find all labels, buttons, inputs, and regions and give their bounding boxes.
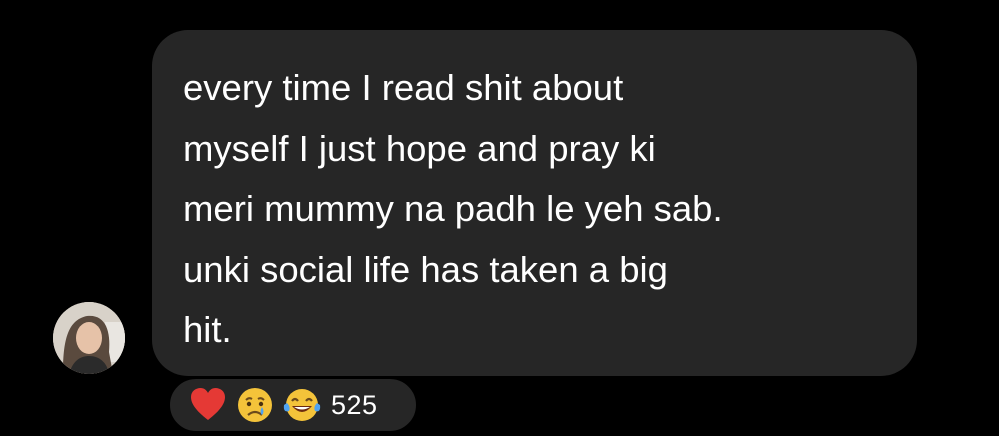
- comment-text: every time I read shit about myself I ju…: [183, 67, 723, 350]
- reaction-count: 525: [331, 389, 378, 420]
- reactions-bar[interactable]: 525: [167, 376, 419, 434]
- tears-of-joy-icon: [282, 385, 322, 425]
- avatar[interactable]: [53, 302, 125, 374]
- crying-face-icon: [235, 385, 275, 425]
- red-heart-icon: [188, 385, 228, 425]
